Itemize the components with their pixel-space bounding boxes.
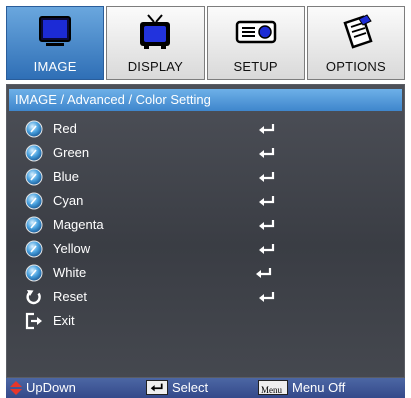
menu-item-cyan[interactable]: Cyan <box>17 190 387 212</box>
updown-label: UpDown <box>26 380 76 395</box>
tab-label: IMAGE <box>33 59 77 74</box>
menu-key-label: Menu <box>261 385 282 395</box>
status-bar: UpDown Select Menu Menu Off <box>6 378 405 398</box>
menu-item-red[interactable]: Red <box>17 118 387 140</box>
tv-icon <box>140 14 171 49</box>
menu-item-exit[interactable]: Exit <box>17 310 387 332</box>
updown-arrow-icon <box>10 381 22 395</box>
tab-options[interactable]: OPTIONS <box>306 6 405 80</box>
reset-arrow-icon <box>26 290 41 305</box>
select-label: Select <box>172 380 209 395</box>
tab-label: DISPLAY <box>127 59 184 74</box>
menu-item-reset[interactable]: Reset <box>17 286 387 308</box>
tab-bar: IMAGE DISPLAY SETUP OPTIONS <box>6 6 405 80</box>
updown-hint: UpDown <box>10 380 120 396</box>
enter-icon <box>259 244 275 254</box>
item-label: Magenta <box>53 217 104 232</box>
tab-display[interactable]: DISPLAY <box>106 6 205 80</box>
menu-item-yellow[interactable]: Yellow <box>17 238 387 260</box>
knob-icon <box>25 192 43 210</box>
enter-icon <box>150 383 163 392</box>
knob-icon <box>25 120 43 138</box>
enter-icon <box>259 172 275 182</box>
tab-label: SETUP <box>233 59 278 74</box>
menu-item-blue[interactable]: Blue <box>17 166 387 188</box>
breadcrumb: IMAGE / Advanced / Color Setting <box>9 89 402 111</box>
menu-item-white[interactable]: White <box>17 262 387 284</box>
item-label: Yellow <box>53 241 91 256</box>
tab-label: OPTIONS <box>325 59 386 74</box>
monitor-icon <box>39 16 72 46</box>
enter-icon <box>256 268 272 278</box>
menu-off-label: Menu Off <box>292 380 346 395</box>
item-label: White <box>53 265 87 280</box>
osd-menu: IMAGE DISPLAY SETUP OPTIONS IMAGE / Adva… <box>0 0 411 398</box>
knob-icon <box>25 240 43 258</box>
menu-hint: Menu Menu Off <box>258 380 398 396</box>
tab-image[interactable]: IMAGE <box>6 6 105 80</box>
menu-item-magenta[interactable]: Magenta <box>17 214 387 236</box>
enter-key-box <box>146 380 168 395</box>
menu-item-green[interactable]: Green <box>17 142 387 164</box>
tab-setup[interactable]: SETUP <box>206 6 305 80</box>
knob-icon <box>25 168 43 186</box>
item-label: Red <box>53 121 77 136</box>
knob-icon <box>25 264 43 282</box>
enter-icon <box>259 148 275 158</box>
enter-icon <box>259 124 275 134</box>
item-label: Exit <box>53 313 75 328</box>
knob-icon <box>25 216 43 234</box>
menu-key-box: Menu <box>258 380 288 395</box>
enter-icon <box>259 196 275 206</box>
projector-icon <box>235 20 276 44</box>
enter-icon <box>259 220 275 230</box>
knob-icon <box>25 144 43 162</box>
item-label: Cyan <box>53 193 84 208</box>
exit-icon <box>25 312 42 330</box>
wrench-doc-icon <box>343 14 373 49</box>
item-label: Blue <box>53 169 80 184</box>
item-label: Green <box>53 145 90 160</box>
enter-icon <box>259 292 275 302</box>
menu-panel: IMAGE / Advanced / Color Setting Red Gre… <box>6 84 405 378</box>
item-label: Reset <box>53 289 87 304</box>
select-hint: Select <box>146 380 256 396</box>
